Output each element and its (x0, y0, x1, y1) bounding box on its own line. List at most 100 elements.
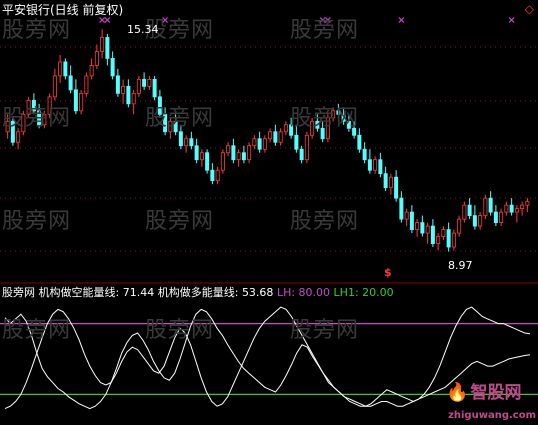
candle-body (525, 201, 530, 206)
candle (73, 79, 78, 115)
watermark-text: 股旁网 (145, 106, 215, 131)
candle (194, 138, 199, 164)
candle-body (231, 145, 236, 161)
candle (79, 89, 84, 115)
candle (451, 229, 456, 251)
candle (268, 128, 273, 143)
candle (252, 135, 257, 150)
candle (257, 131, 262, 153)
logo-site: zhiguwang.com (448, 410, 536, 421)
candle-body (68, 75, 73, 91)
candle (84, 72, 89, 97)
candle (467, 198, 472, 220)
candle-body (299, 148, 304, 161)
chart-title: 平安银行(日线 前复权) (2, 3, 124, 17)
candle (68, 65, 73, 94)
candle-body (493, 211, 498, 223)
candle-body (409, 211, 414, 230)
marker-x-icon (508, 17, 515, 23)
candle-body (199, 152, 204, 161)
candle (399, 191, 404, 223)
candle-body (110, 58, 115, 77)
candle (514, 205, 519, 223)
candle-body (520, 204, 525, 210)
candle-body (378, 159, 383, 175)
marker-x-icon (104, 17, 111, 23)
indicator-legend: 股旁网 机构做空能量线: 71.44 机构做多能量线: 53.68 LH: 80… (2, 286, 394, 299)
candle-body (388, 176, 393, 189)
candle (100, 29, 105, 59)
candle (215, 166, 220, 185)
flame-icon: 🔥 (446, 382, 469, 403)
candle-body (136, 78, 141, 94)
candle (388, 173, 393, 195)
watermark-text: 股旁网 (2, 209, 72, 234)
candle-body (362, 148, 367, 161)
candle-body (283, 124, 288, 133)
candle-body (121, 85, 126, 94)
candle (210, 163, 215, 185)
candle (362, 142, 367, 164)
candle-body (79, 92, 84, 112)
candle (483, 194, 488, 220)
candle (462, 201, 467, 223)
candle-body (383, 173, 388, 189)
candle-body (472, 215, 477, 227)
candle-body (247, 145, 252, 161)
candle (131, 89, 136, 115)
candle (115, 68, 120, 97)
candle-body (294, 134, 299, 150)
candle-body (436, 236, 441, 244)
candle-body (304, 134, 309, 161)
candle (525, 198, 530, 213)
candle-body (205, 152, 210, 171)
candle (152, 75, 157, 101)
high-price-label: 15.34 (127, 23, 159, 36)
watermark-text: 股旁网 (290, 106, 360, 131)
candle-body (446, 229, 451, 248)
candle (457, 215, 462, 237)
candle-body (52, 75, 57, 98)
candle (446, 222, 451, 252)
candlestick-series (5, 29, 530, 252)
lh1-value: 20.00 (362, 286, 394, 299)
candle-body (268, 131, 273, 140)
candle (472, 205, 477, 230)
watermark-text: 股旁网 (290, 209, 360, 234)
lh-value: 80.00 (298, 286, 331, 299)
marker-x-icon (398, 17, 405, 23)
candle-body (152, 78, 157, 98)
candle (478, 212, 483, 230)
candle (383, 166, 388, 192)
candle (236, 149, 241, 167)
candle (441, 226, 446, 241)
candle-body (483, 197, 488, 217)
candle (283, 121, 288, 136)
corner-diamond-icon[interactable]: ◇ (525, 3, 534, 16)
candle (430, 219, 435, 248)
candle (231, 138, 236, 164)
candle (147, 75, 152, 90)
candle (378, 152, 383, 178)
candle (241, 145, 246, 164)
candle-body (430, 225, 435, 244)
logo-text: 智股网 (470, 383, 522, 403)
candle-body (404, 211, 409, 220)
candle (247, 142, 252, 164)
candle (436, 233, 441, 251)
candle (504, 201, 509, 216)
candle-body (373, 159, 378, 171)
candle (488, 191, 493, 216)
candle (89, 58, 94, 80)
candle (63, 58, 68, 80)
candle-body (126, 85, 131, 105)
candle (262, 135, 267, 153)
candle-body (84, 75, 89, 94)
candle-body (367, 159, 372, 171)
candle (142, 72, 147, 90)
candle-body (278, 131, 283, 143)
candle-body (509, 204, 514, 213)
candle (499, 208, 504, 227)
candle (136, 75, 141, 97)
candle-body (147, 78, 152, 87)
